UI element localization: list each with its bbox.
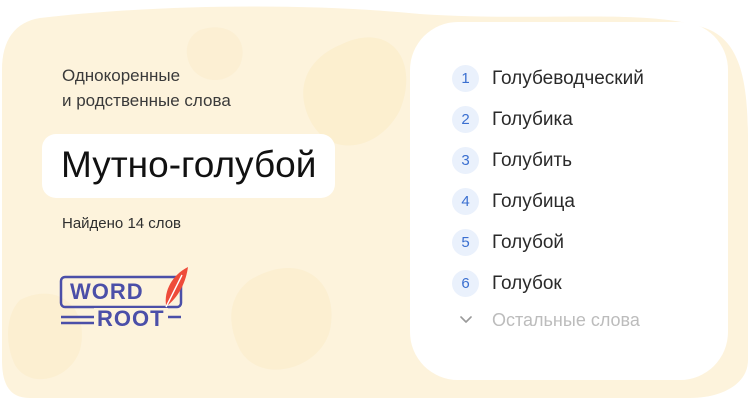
- feather-icon: [165, 267, 188, 308]
- item-word[interactable]: Голубой: [492, 232, 564, 254]
- item-word[interactable]: Голубеводческий: [492, 68, 644, 90]
- wordroot-logo[interactable]: WORD ROOT: [58, 265, 193, 335]
- logo-text-word: WORD: [70, 279, 144, 304]
- list-item[interactable]: 1 Голубеводческий: [452, 58, 644, 99]
- item-number: 5: [452, 229, 479, 256]
- item-number: 2: [452, 106, 479, 133]
- item-word[interactable]: Голубица: [492, 191, 575, 213]
- list-item[interactable]: 2 Голубика: [452, 99, 644, 140]
- item-number: 4: [452, 188, 479, 215]
- item-number: 6: [452, 270, 479, 297]
- list-item[interactable]: 3 Голубить: [452, 140, 644, 181]
- item-word[interactable]: Голубок: [492, 273, 562, 295]
- list-item[interactable]: 5 Голубой: [452, 222, 644, 263]
- show-more-button[interactable]: Остальные слова: [452, 304, 640, 336]
- word-title: Мутно-голубой: [42, 134, 336, 198]
- item-number: 3: [452, 147, 479, 174]
- heading-line-1: Однокоренные: [62, 66, 181, 85]
- page-canvas: Однокоренные и родственные слова Мутно-г…: [0, 0, 750, 400]
- logo-text-root: ROOT: [94, 308, 168, 330]
- found-count-label: Найдено 14 слов: [62, 215, 182, 232]
- related-words-list: 1 Голубеводческий 2 Голубика 3 Голубить …: [452, 58, 644, 304]
- list-item[interactable]: 6 Голубок: [452, 263, 644, 304]
- chevron-down-icon: [452, 307, 479, 334]
- list-item[interactable]: 4 Голубица: [452, 181, 644, 222]
- heading-line-2: и родственные слова: [62, 91, 231, 110]
- item-number: 1: [452, 65, 479, 92]
- show-more-label: Остальные слова: [492, 309, 640, 330]
- item-word[interactable]: Голубика: [492, 109, 573, 131]
- section-heading: Однокоренные и родственные слова: [62, 63, 382, 113]
- item-word[interactable]: Голубить: [492, 150, 572, 172]
